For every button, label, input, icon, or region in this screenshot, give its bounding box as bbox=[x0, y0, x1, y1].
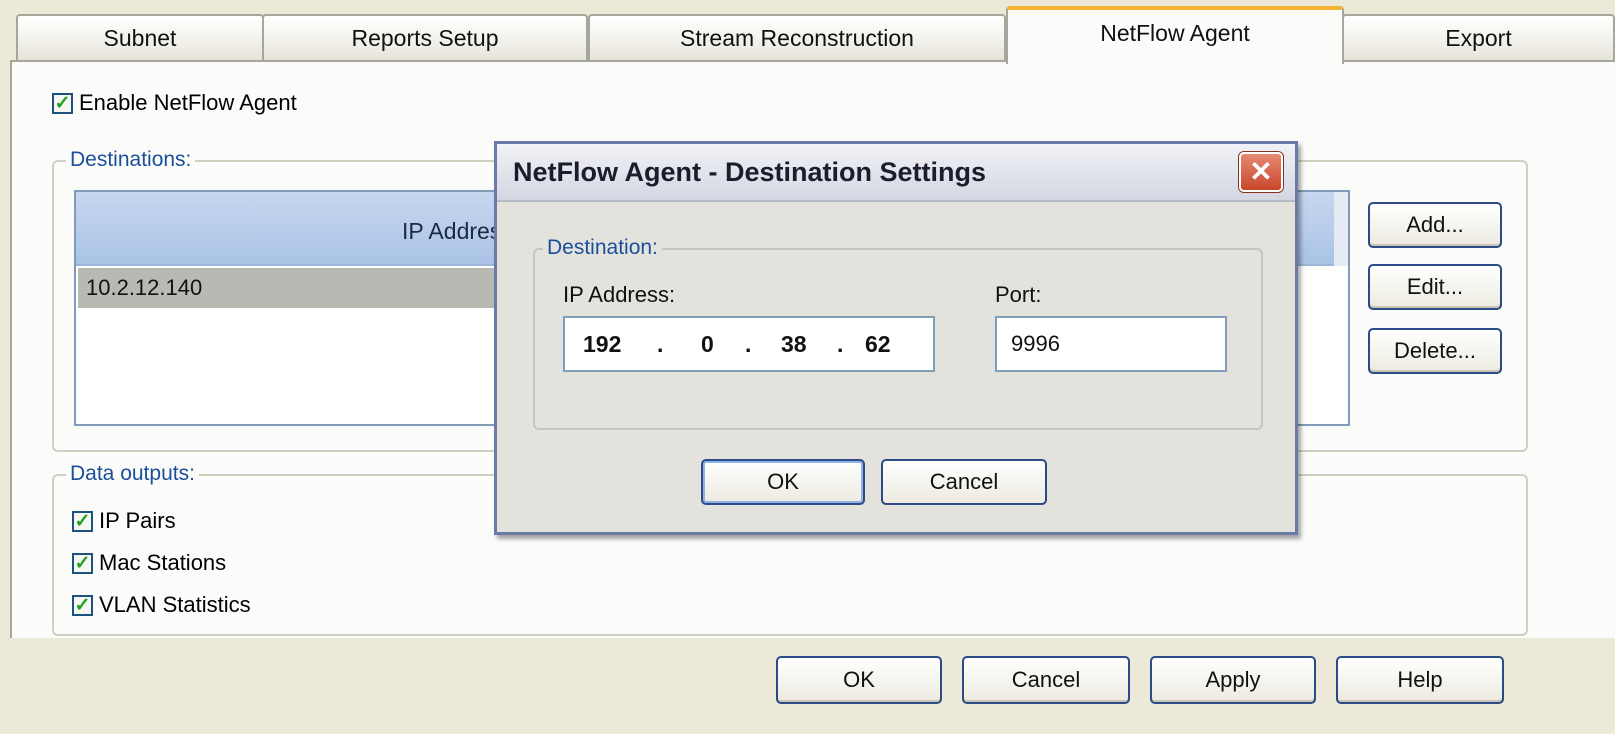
add-destination-button[interactable]: Add... bbox=[1368, 202, 1502, 248]
enable-netflow-agent-label: Enable NetFlow Agent bbox=[79, 90, 297, 115]
edit-destination-button[interactable]: Edit... bbox=[1368, 264, 1502, 310]
ip-octet-1[interactable]: 192 bbox=[583, 331, 621, 358]
tab-reports-setup[interactable]: Reports Setup bbox=[262, 14, 588, 60]
vlan-statistics-label: VLAN Statistics bbox=[99, 592, 251, 617]
tab-export[interactable]: Export bbox=[1342, 14, 1615, 60]
dialog-cancel-button[interactable]: Cancel bbox=[881, 459, 1047, 505]
ip-octet-4[interactable]: 62 bbox=[865, 331, 891, 358]
dialog-ok-button[interactable]: OK bbox=[701, 459, 865, 505]
ok-button[interactable]: OK bbox=[776, 656, 942, 704]
help-button[interactable]: Help bbox=[1336, 656, 1504, 704]
tab-strip: Subnet Reports Setup Stream Reconstructi… bbox=[0, 0, 1615, 64]
ip-octet-2[interactable]: 0 bbox=[701, 331, 714, 358]
header-scroll-cap bbox=[1334, 192, 1348, 266]
data-outputs-group-label: Data outputs: bbox=[66, 462, 199, 486]
ip-separator: . bbox=[745, 330, 752, 357]
destination-settings-dialog: NetFlow Agent - Destination Settings ✕ D… bbox=[494, 141, 1298, 535]
vlan-statistics-row: ✓ VLAN Statistics bbox=[72, 592, 251, 618]
ip-address-label: IP Address: bbox=[563, 282, 676, 307]
ip-octet-3[interactable]: 38 bbox=[781, 331, 807, 358]
enable-netflow-agent-checkbox[interactable]: ✓ bbox=[52, 92, 73, 114]
vlan-statistics-checkbox[interactable]: ✓ bbox=[72, 594, 93, 616]
list-item[interactable]: 10.2.12.140 bbox=[78, 268, 508, 308]
destination-group-label: Destination: bbox=[543, 236, 662, 260]
tab-subnet[interactable]: Subnet bbox=[16, 14, 264, 60]
close-icon[interactable]: ✕ bbox=[1239, 152, 1283, 192]
port-value: 9996 bbox=[1011, 331, 1060, 356]
ip-pairs-label: IP Pairs bbox=[99, 508, 176, 533]
mac-stations-row: ✓ Mac Stations bbox=[72, 550, 226, 576]
dialog-title-bar[interactable]: NetFlow Agent - Destination Settings bbox=[497, 144, 1295, 202]
ip-pairs-checkbox[interactable]: ✓ bbox=[72, 510, 93, 532]
apply-button[interactable]: Apply bbox=[1150, 656, 1316, 704]
ip-pairs-row: ✓ IP Pairs bbox=[72, 508, 176, 534]
ip-separator: . bbox=[837, 330, 844, 357]
ip-address-input[interactable]: 192 . 0 . 38 . 62 bbox=[563, 316, 935, 372]
port-label: Port: bbox=[995, 282, 1042, 307]
destinations-group-label: Destinations: bbox=[66, 148, 196, 172]
dialog-title: NetFlow Agent - Destination Settings bbox=[513, 156, 987, 187]
tab-netflow-agent[interactable]: NetFlow Agent bbox=[1006, 6, 1344, 64]
ip-separator: . bbox=[657, 330, 664, 357]
tab-stream-reconstruction[interactable]: Stream Reconstruction bbox=[588, 14, 1006, 60]
enable-netflow-agent-row: ✓ Enable NetFlow Agent bbox=[52, 90, 297, 116]
cancel-button[interactable]: Cancel bbox=[962, 656, 1130, 704]
mac-stations-checkbox[interactable]: ✓ bbox=[72, 552, 93, 574]
mac-stations-label: Mac Stations bbox=[99, 550, 227, 575]
delete-destination-button[interactable]: Delete... bbox=[1368, 328, 1502, 374]
port-input[interactable]: 9996 bbox=[995, 316, 1227, 372]
